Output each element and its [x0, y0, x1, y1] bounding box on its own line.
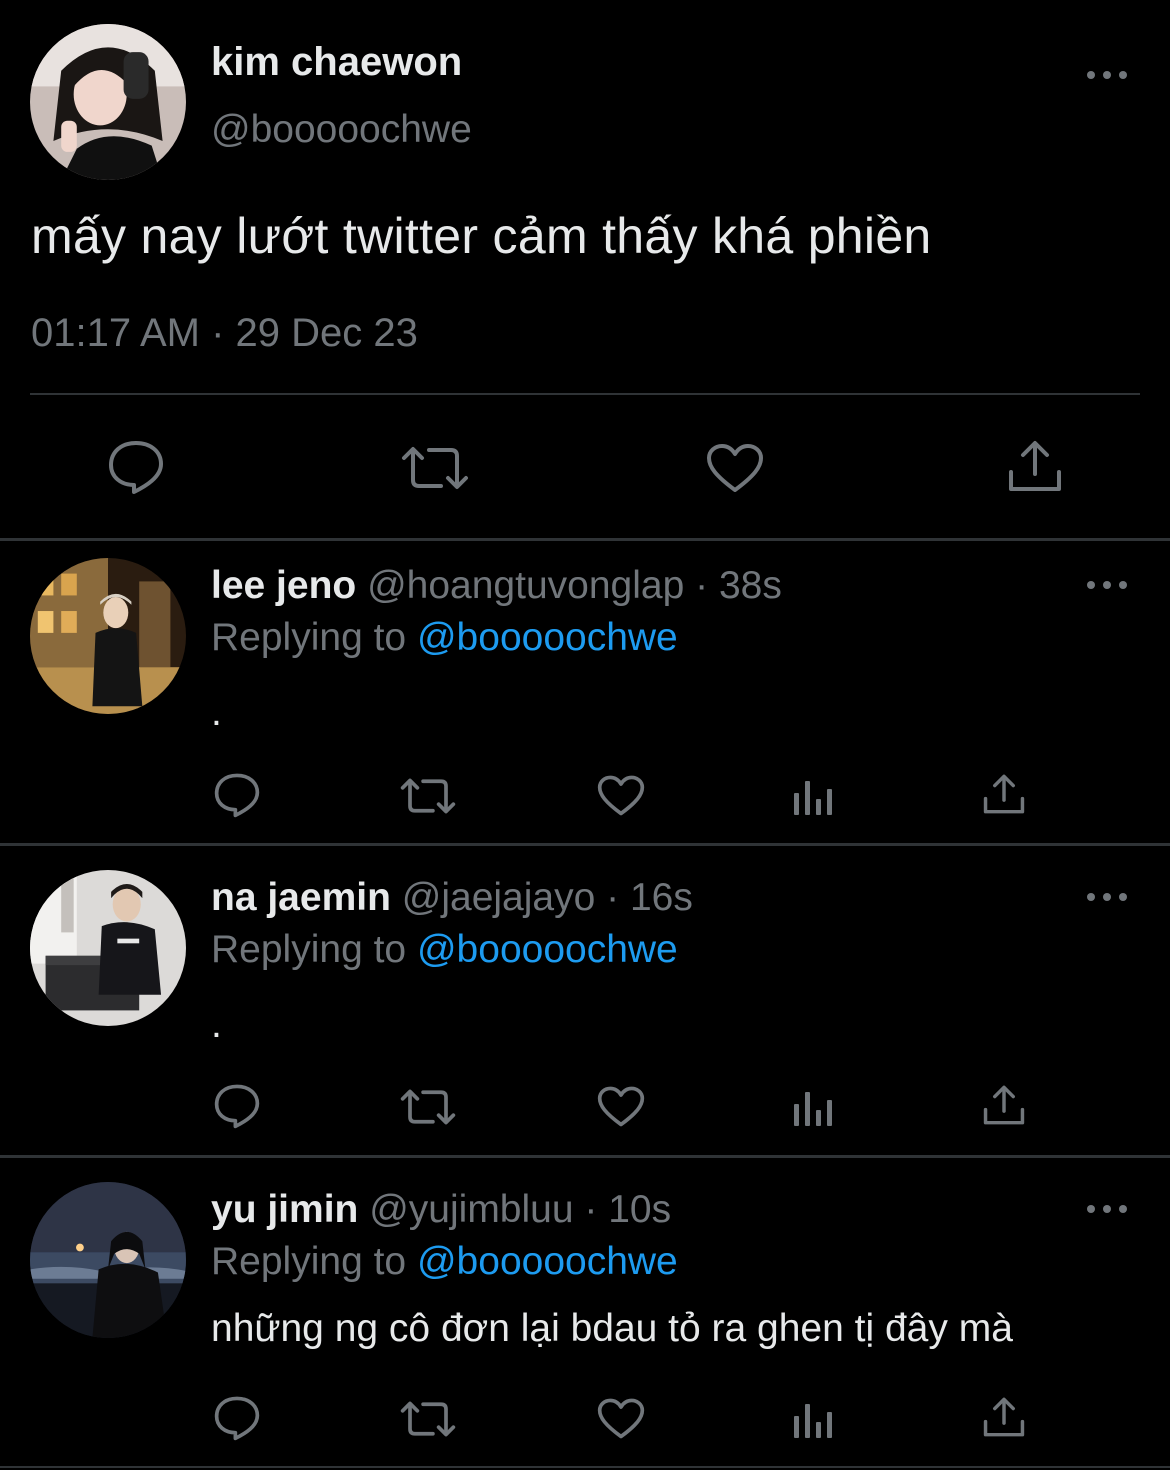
replying-to-line: Replying to @booooochwe [211, 1240, 678, 1284]
avatar[interactable] [30, 558, 186, 714]
author-display-name[interactable]: na jaemin [211, 876, 391, 919]
reply-icon[interactable] [108, 440, 164, 494]
retweet-icon[interactable] [400, 1401, 456, 1437]
replying-to-line: Replying to @booooochwe [211, 616, 678, 660]
like-icon[interactable] [706, 443, 764, 493]
views-icon[interactable] [793, 1090, 833, 1126]
mention-link[interactable]: @booooochwe [417, 928, 678, 971]
reply-tweet: lee jeno @hoangtuvonglap · 38s Replying … [0, 541, 1170, 843]
relative-time[interactable]: 10s [608, 1188, 671, 1231]
avatar[interactable] [30, 24, 186, 180]
separator: · [695, 564, 709, 607]
like-icon[interactable] [597, 1086, 645, 1127]
more-options-icon[interactable] [1087, 1202, 1127, 1216]
reply-header: yu jimin @yujimbluu · 10s [211, 1188, 671, 1232]
views-icon[interactable] [793, 1402, 833, 1438]
replying-to-label: Replying to [211, 928, 407, 971]
share-icon[interactable] [983, 774, 1025, 814]
reply-tweet: na jaemin @jaejajayo · 16s Replying to @… [0, 846, 1170, 1155]
separator: · [584, 1188, 598, 1231]
relative-time[interactable]: 38s [719, 564, 782, 607]
retweet-icon[interactable] [400, 1089, 456, 1125]
share-icon[interactable] [983, 1085, 1025, 1125]
replying-to-label: Replying to [211, 1240, 407, 1283]
author-handle[interactable]: @booooochwe [211, 108, 472, 152]
tweet-text: mấy nay lướt twitter cảm thấy khá phiền [31, 208, 932, 264]
like-icon[interactable] [597, 775, 645, 816]
reply-text: . [211, 691, 222, 734]
author-handle[interactable]: @hoangtuvonglap [367, 564, 684, 607]
relative-time[interactable]: 16s [630, 876, 693, 919]
avatar[interactable] [30, 1182, 186, 1338]
views-icon[interactable] [793, 779, 833, 815]
main-tweet: kim chaewon @booooochwe mấy nay lướt twi… [0, 0, 1170, 540]
author-handle[interactable]: @jaejajayo [402, 876, 596, 919]
share-icon[interactable] [1008, 440, 1062, 492]
reply-header: na jaemin @jaejajayo · 16s [211, 876, 693, 920]
author-handle[interactable]: @yujimbluu [369, 1188, 573, 1231]
reply-text: những ng cô đơn lại bdau tỏ ra ghen tị đ… [211, 1307, 1013, 1350]
divider [0, 1466, 1170, 1468]
more-options-icon[interactable] [1087, 890, 1127, 904]
avatar[interactable] [30, 870, 186, 1026]
tweet-timestamp[interactable]: 01:17 AM · 29 Dec 23 [31, 311, 418, 356]
share-icon[interactable] [983, 1397, 1025, 1437]
mention-link[interactable]: @booooochwe [417, 1240, 678, 1283]
retweet-icon[interactable] [401, 446, 469, 490]
divider [30, 393, 1140, 395]
reply-icon[interactable] [214, 773, 260, 818]
replying-to-label: Replying to [211, 616, 407, 659]
retweet-icon[interactable] [400, 778, 456, 814]
separator: · [606, 876, 620, 919]
mention-link[interactable]: @booooochwe [417, 616, 678, 659]
author-display-name[interactable]: kim chaewon [211, 40, 462, 85]
replying-to-line: Replying to @booooochwe [211, 928, 678, 972]
tweet-thread-page: kim chaewon @booooochwe mấy nay lướt twi… [0, 0, 1170, 1470]
more-options-icon[interactable] [1087, 578, 1127, 592]
more-options-icon[interactable] [1087, 68, 1127, 82]
author-display-name[interactable]: yu jimin [211, 1188, 358, 1231]
author-display-name[interactable]: lee jeno [211, 564, 356, 607]
reply-text: . [211, 1003, 222, 1046]
reply-header: lee jeno @hoangtuvonglap · 38s [211, 564, 782, 608]
reply-tweet: yu jimin @yujimbluu · 10s Replying to @b… [0, 1158, 1170, 1470]
like-icon[interactable] [597, 1398, 645, 1439]
reply-icon[interactable] [214, 1396, 260, 1441]
reply-icon[interactable] [214, 1084, 260, 1129]
